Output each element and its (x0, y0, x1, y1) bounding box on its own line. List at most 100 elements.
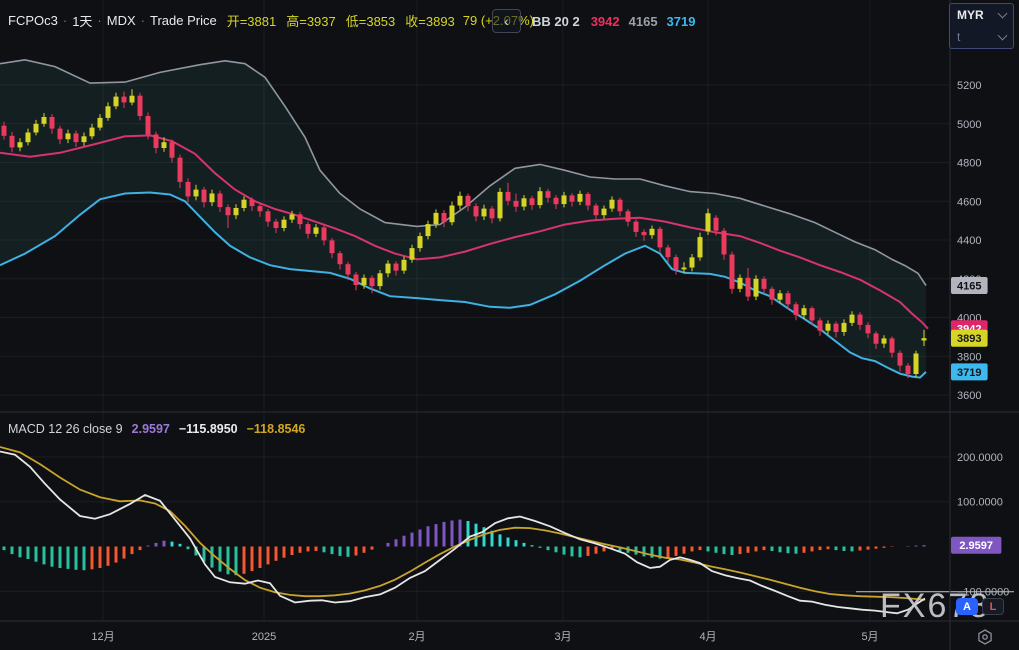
axis-label: 3800 (957, 351, 981, 363)
candle-body (234, 208, 239, 215)
candle-body (754, 279, 759, 297)
candle-body (202, 190, 207, 203)
candle-body (522, 198, 527, 206)
axis-label: 4600 (957, 196, 981, 208)
candle-body (146, 116, 151, 134)
candle-body (466, 196, 471, 206)
candle-body (698, 237, 703, 257)
candle-body (10, 136, 15, 148)
candle-body (282, 220, 287, 228)
candle-body (770, 289, 775, 300)
collapse-indicators-button[interactable]: ‹ (492, 9, 521, 33)
macd-line-value: −115.8950 (179, 422, 238, 436)
axis-label: 3600 (957, 390, 981, 402)
axis-label: 4800 (957, 158, 981, 170)
candle-body (722, 231, 727, 255)
candle-body (346, 264, 351, 274)
ohlc-high: 高=3937 (286, 11, 336, 30)
candle-body (690, 257, 695, 267)
candle-body (34, 124, 39, 133)
candle-body (26, 133, 31, 143)
candle-body (642, 232, 647, 235)
candle-body (322, 227, 327, 240)
symbol-legend: FCPOc3 · 1天 · MDX · Trade Price 开=3881 高… (8, 11, 534, 30)
unit-select[interactable]: t (950, 26, 1013, 48)
log-scale-button[interactable]: L (982, 598, 1004, 615)
candle-body (226, 207, 231, 215)
candle-body (506, 192, 511, 201)
candle-body (602, 209, 607, 216)
candle-body (890, 338, 895, 352)
unit-value: t (957, 30, 960, 44)
candle-body (50, 117, 55, 129)
candle-body (834, 324, 839, 332)
candle-body (746, 278, 751, 297)
candle-body (2, 126, 7, 136)
candle-body (714, 218, 719, 231)
currency-value: MYR (957, 8, 984, 22)
candle-body (594, 206, 599, 216)
candle-body (826, 324, 831, 331)
candle-body (42, 117, 47, 124)
candle-body (658, 229, 663, 248)
candle-body (434, 213, 439, 224)
exchange-label[interactable]: MDX (107, 13, 136, 28)
timezone-settings-button[interactable] (975, 627, 995, 647)
candle-body (258, 206, 263, 211)
axis-label: 5月 (861, 631, 878, 643)
candle-body (490, 209, 495, 219)
candle-body (898, 353, 903, 366)
candle-body (570, 195, 575, 201)
axis-label: 4400 (957, 235, 981, 247)
macd-signal-value: −118.8546 (247, 422, 306, 436)
candle-body (18, 142, 23, 147)
axis-label: 2.9597 (959, 540, 993, 552)
candle-body (274, 222, 279, 228)
candle-body (186, 182, 191, 197)
candle-body (554, 198, 559, 204)
chevron-left-icon: ‹ (504, 13, 509, 29)
candle-body (330, 240, 335, 253)
candle-body (650, 229, 655, 235)
candle-body (546, 191, 551, 198)
candle-body (802, 308, 807, 315)
candle-body (482, 209, 487, 217)
axis-label: 3893 (957, 333, 981, 345)
interval-label[interactable]: 1天 (72, 11, 92, 30)
ohlc-close: 收=3893 (405, 11, 455, 30)
series-type-label[interactable]: Trade Price (150, 13, 217, 28)
candle-body (514, 201, 519, 207)
candle-body (914, 354, 919, 375)
chart-canvas[interactable]: 520050004800460044004200400038003600200.… (0, 0, 1019, 650)
candle-body (538, 191, 543, 205)
currency-select[interactable]: MYR (950, 4, 1013, 26)
axis-label: 12月 (91, 631, 114, 643)
macd-indicator-title[interactable]: MACD 12 26 close 9 (8, 422, 123, 436)
symbol-name[interactable]: FCPOc3 (8, 13, 58, 28)
candle-body (170, 142, 175, 158)
candle-body (378, 273, 383, 286)
candle-body (442, 213, 447, 222)
candle-body (98, 118, 103, 128)
candle-body (794, 304, 799, 315)
axis-label: 4165 (957, 281, 981, 293)
auto-scale-button[interactable]: A (956, 598, 978, 615)
axis-label: 200.0000 (957, 452, 1003, 464)
legend-separator: · (141, 13, 145, 28)
bb-upper-value: 4165 (629, 14, 658, 29)
candle-body (706, 213, 711, 231)
candle-body (426, 224, 431, 236)
legend-separator: · (97, 13, 101, 28)
candle-body (90, 128, 95, 137)
candle-body (338, 253, 343, 264)
chevron-down-icon (998, 31, 1008, 41)
candle-body (130, 96, 135, 103)
candle-body (410, 248, 415, 260)
candle-body (450, 206, 455, 223)
candle-body (122, 97, 127, 103)
candle-body (474, 206, 479, 216)
candle-body (458, 196, 463, 206)
axis-label: 3719 (957, 367, 981, 379)
candle-body (818, 320, 823, 330)
bb-indicator-title[interactable]: BB 20 2 (532, 14, 580, 29)
